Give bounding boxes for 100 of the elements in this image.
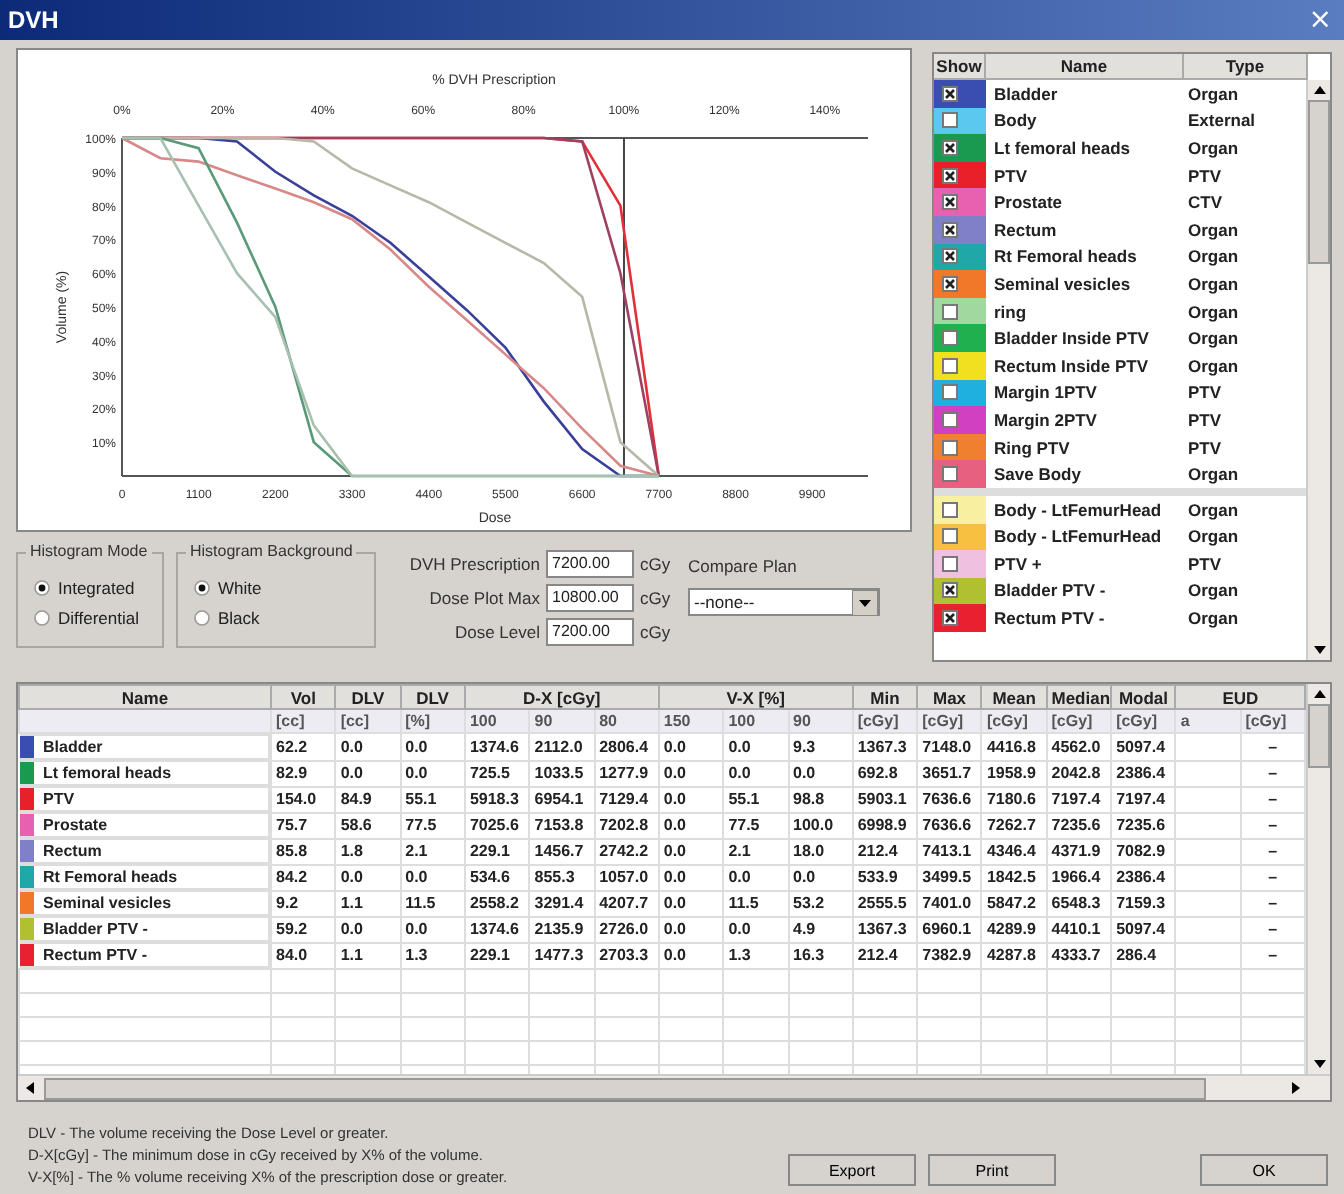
unit-label: cGy [640,588,673,608]
structure-name: PTV [43,790,75,808]
structure-type: Organ [1186,526,1241,547]
table-cell: 4346.4 [981,838,1047,864]
table-cell: 53.2 [788,890,853,916]
structure-name: Rectum PTV - [992,608,1107,629]
structure-type: CTV [1186,192,1224,213]
table-cell: 692.8 [852,760,918,786]
radio-label: White [218,578,262,598]
structure-name: Seminal vesicles [992,273,1133,294]
structure-name: Seminal vesicles [43,894,172,912]
table-cell: 7401.0 [917,890,982,916]
table-cell: 212.4 [852,838,918,864]
structure-type: Organ [1186,83,1241,104]
table-cell: 5918.3 [464,786,530,812]
table-cell: 59.2 [271,916,336,942]
structure-type: PTV [1186,437,1224,458]
table-cell: 1367.3 [852,733,918,760]
table-cell: 1057.0 [594,864,659,890]
structure-name: Margin 2PTV [992,409,1099,430]
table-cell: 2.1 [723,838,788,864]
table-cell: 0.0 [658,733,724,760]
table-cell: 7235.6 [1111,812,1176,838]
unit-label: cGy [640,622,673,642]
table-cell: 5097.4 [1111,916,1176,942]
table-cell: 7197.4 [1111,786,1176,812]
structure-type: Organ [1186,608,1241,629]
structure-type: PTV [1186,409,1224,430]
table-cell: 1367.3 [852,916,918,942]
table-cell: 2.1 [400,838,465,864]
table-cell: 4410.1 [1046,916,1112,942]
table-cell: 7202.8 [594,812,659,838]
table-cell: 2703.3 [594,942,659,969]
table-cell: 154.0 [271,786,336,812]
table-cell: 229.1 [464,838,530,864]
table-cell: 534.6 [464,864,530,890]
table-cell: 7180.6 [981,786,1047,812]
table-cell: 1374.6 [464,916,530,942]
table-cell: 0.0 [658,838,724,864]
table-cell: 3499.5 [917,864,982,890]
table-cell: 62.2 [271,733,336,760]
table-cell: 1958.9 [981,760,1047,786]
table-cell: 1966.4 [1046,864,1112,890]
table-cell: 0.0 [335,733,401,760]
table-cell: 7382.9 [917,942,982,969]
table-cell: 0.0 [658,864,724,890]
table-cell: 855.3 [529,864,595,890]
table-cell: 7159.3 [1111,890,1176,916]
table-cell: 1477.3 [529,942,595,969]
table-cell: 6548.3 [1046,890,1112,916]
structure-name: Body [992,110,1039,131]
table-cell: 0.0 [335,760,401,786]
table-cell: 0.0 [658,890,724,916]
table-cell: 58.6 [335,812,401,838]
table-cell: 0.0 [723,760,788,786]
table-cell: 0.0 [723,864,788,890]
table-cell: 4416.8 [981,733,1047,760]
table-cell: 16.3 [788,942,853,969]
table-cell: 7636.6 [917,786,982,812]
radio-label: Integrated [58,578,135,598]
structure-type: Organ [1186,580,1241,601]
table-cell: 4289.9 [981,916,1047,942]
table-cell: 2386.4 [1111,760,1176,786]
table-cell: 2742.2 [594,838,659,864]
structure-type: Organ [1186,499,1241,520]
table-cell: 1.1 [335,942,401,969]
table-cell: 7025.6 [464,812,530,838]
radio-label: Differential [58,608,139,628]
table-cell: 0.0 [400,733,465,760]
structure-name: PTV + [992,553,1044,574]
table-cell: 1033.5 [529,760,595,786]
table-cell: 0.0 [723,733,788,760]
table-cell: 1.8 [335,838,401,864]
table-cell: 5847.2 [981,890,1047,916]
structure-name: Rt Femoral heads [992,246,1139,267]
table-cell: 212.4 [852,942,918,969]
table-cell: 3291.4 [529,890,595,916]
table-cell: 0.0 [400,864,465,890]
table-cell: 11.5 [400,890,465,916]
structure-name: Lt femoral heads [43,764,172,782]
structure-type: Organ [1186,355,1241,376]
table-cell: 5097.4 [1111,733,1176,760]
structure-name: Bladder PTV - [43,920,148,938]
structure-name: Save Body [992,464,1083,485]
table-cell: 1.1 [335,890,401,916]
table-cell: 2726.0 [594,916,659,942]
table-cell: 6954.1 [529,786,595,812]
table-cell: 7129.4 [594,786,659,812]
structure-type: Organ [1186,301,1241,322]
structure-name: Margin 1PTV [992,382,1099,403]
field-label: Dose Level [454,622,540,642]
structure-name: Rectum [992,219,1059,240]
table-cell: 5903.1 [852,786,918,812]
table-cell: 0.0 [723,916,788,942]
field-label: Dose Plot Max [429,588,540,608]
table-cell: 7413.1 [917,838,982,864]
table-cell: 0.0 [400,760,465,786]
structure-type: External [1186,110,1258,131]
structure-name: Prostate [43,816,108,834]
structure-type: Organ [1186,219,1241,240]
